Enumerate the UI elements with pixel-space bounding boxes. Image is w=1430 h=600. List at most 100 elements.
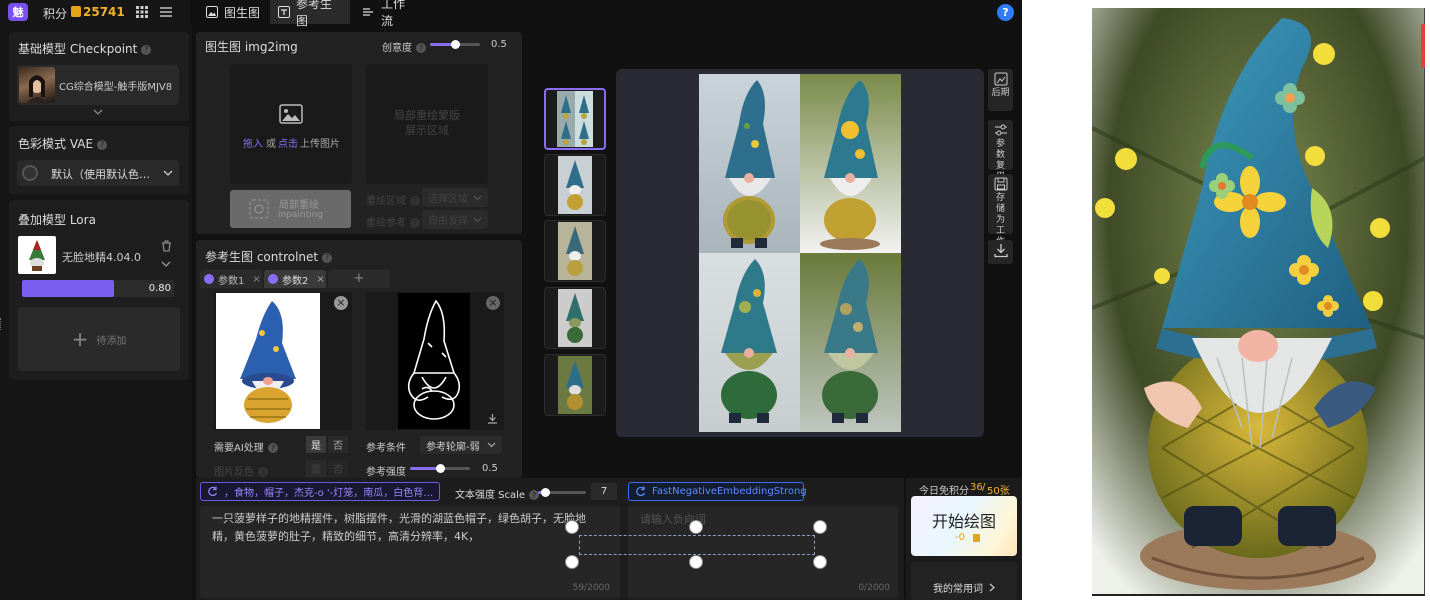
- prompt-count: 59/2000: [572, 583, 610, 593]
- checkpoint-selector[interactable]: CG综合模型-触手版MJV8: [17, 65, 179, 105]
- thumbnail-2[interactable]: [544, 154, 606, 216]
- info-icon[interactable]: ?: [322, 252, 333, 263]
- info-icon[interactable]: ?: [141, 44, 152, 55]
- controlnet-tab-1[interactable]: 参数1 ×: [200, 270, 262, 288]
- ai-process-no[interactable]: 否: [328, 436, 348, 453]
- controlnet-input-image-box[interactable]: ×: [214, 292, 352, 430]
- controlnet-tab-2[interactable]: 参数2 ×: [264, 270, 326, 288]
- free-label: 今日免积分: [919, 486, 969, 497]
- workflow-icon: [362, 6, 375, 18]
- post-process-button[interactable]: 后期: [988, 69, 1013, 111]
- ref-condition-select[interactable]: 参考轮廓-弱: [420, 436, 502, 454]
- free-total: 50张: [987, 486, 1010, 497]
- inpaint-label: 局部重绘: [279, 200, 319, 211]
- chevron-down-icon[interactable]: [161, 261, 171, 267]
- info-icon[interactable]: ?: [97, 139, 108, 150]
- radio-icon: [22, 165, 38, 181]
- ai-process-label: 需要AI处理?: [214, 439, 278, 454]
- lora-weight-fill: [22, 280, 115, 297]
- preview-grid-image[interactable]: [699, 74, 901, 432]
- controlnet-add-tab[interactable]: +: [328, 270, 390, 288]
- plus-icon: +: [71, 327, 89, 351]
- common-words-button[interactable]: 我的常用词: [911, 562, 1017, 600]
- creativity-value: 0.5: [491, 39, 507, 50]
- ref-strength-knob[interactable]: [436, 464, 445, 473]
- info-icon[interactable]: ?: [267, 443, 278, 453]
- info-icon: ?: [410, 196, 420, 206]
- refresh-icon[interactable]: [635, 486, 646, 497]
- lora-panel: 叠加模型 Lora 无脸地精4.04.0 0.80 + 待添加: [9, 200, 189, 380]
- ref-strength-slider[interactable]: [410, 464, 470, 473]
- image-invert-yes[interactable]: 是: [306, 460, 326, 477]
- image-invert-no[interactable]: 否: [328, 460, 348, 477]
- upload-drag-link[interactable]: 拖入: [243, 135, 263, 150]
- trash-icon[interactable]: [161, 240, 172, 252]
- close-icon[interactable]: ×: [316, 274, 324, 285]
- download-icon[interactable]: [487, 413, 498, 424]
- creativity-knob[interactable]: [451, 40, 460, 49]
- resize-handle-bottom[interactable]: [689, 555, 703, 569]
- check-icon: [268, 274, 278, 284]
- sidebar-collapse-handle[interactable]: [0, 318, 4, 330]
- redraw-area-select[interactable]: 选择区域: [422, 188, 488, 207]
- creativity-slider[interactable]: [430, 40, 480, 49]
- thumbnail-1[interactable]: [544, 88, 606, 150]
- download-button[interactable]: [988, 240, 1013, 264]
- lora-item-name: 无脸地精4.04.0: [62, 251, 141, 264]
- ai-process-yes[interactable]: 是: [306, 436, 326, 453]
- generate-button-label: 开始绘图: [931, 512, 996, 531]
- refresh-icon[interactable]: [207, 486, 218, 497]
- upload-click-link[interactable]: 点击: [278, 135, 298, 150]
- scroll-marker[interactable]: [1421, 24, 1425, 68]
- generate-button[interactable]: 开始绘图 -0: [911, 496, 1017, 556]
- ref-condition-label: 参考条件: [366, 443, 406, 454]
- lora-weight-value: 0.80: [148, 283, 171, 294]
- grid-icon[interactable]: [136, 6, 148, 18]
- close-icon[interactable]: ×: [486, 296, 500, 310]
- text-strength-slider[interactable]: [538, 488, 586, 497]
- info-icon[interactable]: ?: [416, 43, 426, 53]
- prompt-textarea[interactable]: 一只菠萝样子的地精摆件，树脂摆件，光滑的湖蓝色帽子，绿色胡子，无脸地精，黄色菠萝…: [200, 506, 620, 598]
- prompt-tags-chip[interactable]: ，食物，帽子，杰克-o '-灯笼，南瓜，白色背…: [200, 482, 440, 501]
- redraw-ref-value: 自由发挥: [428, 216, 468, 227]
- text-strength-input[interactable]: 7: [591, 483, 617, 500]
- sliders-icon: [994, 123, 1008, 137]
- save-workflow-button[interactable]: 存储为工作流: [988, 174, 1013, 258]
- negative-count: 0/2000: [858, 583, 890, 593]
- thumbnail-5[interactable]: [544, 354, 606, 416]
- thumbnail-3-image: [558, 222, 592, 280]
- lora-add-button[interactable]: + 待添加: [18, 307, 180, 371]
- selection-box[interactable]: [579, 535, 815, 555]
- chevron-down-icon[interactable]: [93, 109, 103, 115]
- upload-area[interactable]: 拖入 或 点击 上传图片: [230, 64, 352, 184]
- enlarged-image-preview[interactable]: [1092, 8, 1425, 596]
- resize-handle-bottom-left[interactable]: [565, 555, 579, 569]
- resize-handle-top-right[interactable]: [813, 520, 827, 534]
- tab-reference[interactable]: 参考生图: [270, 0, 350, 28]
- reuse-params-button[interactable]: 参数复用: [988, 120, 1013, 182]
- thumbnail-4[interactable]: [544, 287, 606, 349]
- menu-icon[interactable]: [160, 6, 172, 18]
- image-invert-label: 图片反色?: [214, 463, 268, 478]
- img2img-title: 图生图 img2img: [205, 40, 298, 54]
- inpainting-button[interactable]: 局部重绘 inpainting: [230, 190, 351, 228]
- tab-workflow[interactable]: 工作流: [354, 0, 424, 28]
- download-icon: [993, 243, 1008, 258]
- resize-handle-bottom-right[interactable]: [813, 555, 827, 569]
- lora-weight-bar[interactable]: 0.80: [22, 280, 174, 297]
- help-button[interactable]: ?: [997, 4, 1014, 21]
- generate-cost: -0: [955, 532, 965, 543]
- close-icon[interactable]: ×: [334, 296, 348, 310]
- thumbnail-3[interactable]: [544, 220, 606, 282]
- vae-select[interactable]: 默认（使用默认色…: [17, 160, 179, 186]
- reference-icon: [278, 6, 290, 18]
- negative-tag-chip[interactable]: FastNegativeEmbeddingStrong: [628, 482, 807, 501]
- controlnet-tab-1-label: 参数1: [218, 275, 245, 287]
- prompt-tags-text: ，食物，帽子，杰克-o '-灯笼，南瓜，白色背…: [224, 488, 434, 499]
- resize-handle-top-left[interactable]: [565, 520, 579, 534]
- redraw-ref-select[interactable]: 自由发挥: [422, 210, 488, 229]
- resize-handle-top[interactable]: [689, 520, 703, 534]
- close-icon[interactable]: ×: [252, 274, 260, 285]
- tab-img2img[interactable]: 图生图: [198, 0, 268, 24]
- app-logo[interactable]: 魅: [8, 3, 28, 21]
